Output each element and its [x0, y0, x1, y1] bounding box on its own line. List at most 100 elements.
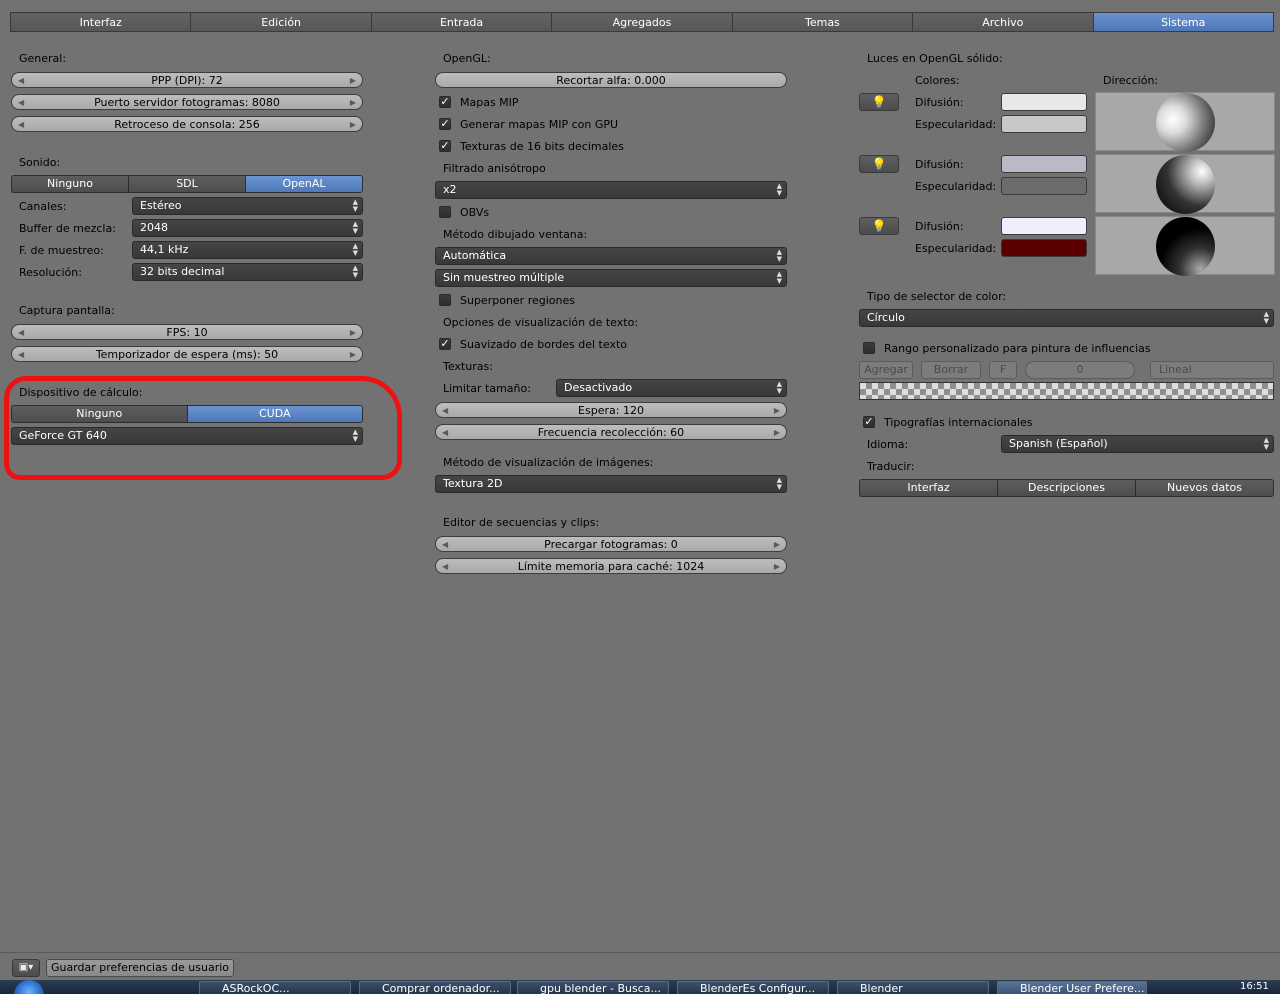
- international-fonts-checkbox[interactable]: ✓: [863, 416, 875, 428]
- window-draw-dropdown[interactable]: Automática ▲ ▼: [435, 247, 787, 265]
- mipmaps-label: Mapas MIP: [460, 96, 519, 109]
- color-picker-type-dropdown[interactable]: Círculo ▲ ▼: [859, 309, 1274, 327]
- screencast-section-title: Captura pantalla:: [19, 304, 115, 317]
- time-out-field[interactable]: ◀ Espera: 120 ▶: [435, 402, 787, 418]
- sound-option-openal[interactable]: OpenAL: [245, 175, 363, 193]
- taskbar-item[interactable]: gpu blender - Busca...: [517, 981, 669, 994]
- up-down-arrows-icon: ▲ ▼: [776, 380, 782, 395]
- increment-arrow-icon[interactable]: ▶: [350, 347, 356, 362]
- tab-edicion[interactable]: Edición: [190, 12, 371, 32]
- language-dropdown[interactable]: Spanish (Español) ▲ ▼: [1001, 435, 1274, 453]
- light-2-direction-widget[interactable]: [1095, 154, 1275, 214]
- vbos-checkbox[interactable]: [439, 206, 451, 218]
- tab-archivo[interactable]: Archivo: [912, 12, 1093, 32]
- light-3-direction-widget[interactable]: [1095, 216, 1275, 276]
- translate-tooltips-toggle[interactable]: Descripciones: [997, 479, 1135, 497]
- light-2-specular-swatch[interactable]: [1001, 177, 1087, 195]
- dpi-field[interactable]: ◀ PPP (DPI): 72 ▶: [11, 72, 363, 88]
- clip-alpha-field[interactable]: Recortar alfa: 0.000: [435, 72, 787, 88]
- prefetch-frames-field[interactable]: ◀ Precargar fotogramas: 0 ▶: [435, 536, 787, 552]
- sound-option-none[interactable]: Ninguno: [11, 175, 128, 193]
- float-textures-label: Texturas de 16 bits decimales: [460, 140, 624, 153]
- weight-range-delete-button[interactable]: Borrar: [921, 361, 981, 379]
- tab-sistema[interactable]: Sistema: [1092, 12, 1274, 32]
- light-1-diffuse-swatch[interactable]: [1001, 93, 1087, 111]
- console-scrollback-field[interactable]: ◀ Retroceso de consola: 256 ▶: [11, 116, 363, 132]
- increment-arrow-icon[interactable]: ▶: [774, 403, 780, 418]
- save-user-preferences-button[interactable]: Guardar preferencias de usuario: [46, 959, 234, 977]
- decrement-arrow-icon[interactable]: ◀: [442, 559, 448, 574]
- increment-arrow-icon[interactable]: ▶: [350, 117, 356, 132]
- decrement-arrow-icon[interactable]: ◀: [18, 73, 24, 88]
- decrement-arrow-icon[interactable]: ◀: [18, 117, 24, 132]
- tab-temas[interactable]: Temas: [731, 12, 913, 32]
- weight-range-interp-value: Lineal: [1159, 363, 1192, 376]
- dpi-value: PPP (DPI): 72: [151, 74, 223, 87]
- fps-field[interactable]: ◀ FPS: 10 ▶: [11, 324, 363, 340]
- sample-rate-dropdown[interactable]: 44,1 kHz ▲ ▼: [132, 241, 363, 259]
- weight-color-ramp[interactable]: [859, 382, 1274, 400]
- taskbar-item[interactable]: BlenderEs Configur...: [677, 981, 829, 994]
- weight-range-position-field[interactable]: 0: [1025, 361, 1135, 379]
- gpu-mipmaps-checkbox[interactable]: ✓: [439, 118, 451, 130]
- mipmaps-checkbox[interactable]: ✓: [439, 96, 451, 108]
- multisample-dropdown[interactable]: Sin muestreo múltiple ▲ ▼: [435, 269, 787, 287]
- light-3-toggle[interactable]: 💡: [859, 217, 899, 235]
- tab-interfaz[interactable]: Interfaz: [10, 12, 191, 32]
- light-2-diffuse-swatch[interactable]: [1001, 155, 1087, 173]
- decrement-arrow-icon[interactable]: ◀: [18, 347, 24, 362]
- increment-arrow-icon[interactable]: ▶: [774, 537, 780, 552]
- editor-type-menu-button[interactable]: ▣▾: [12, 959, 40, 977]
- editor-type-icon: ▣▾: [18, 962, 34, 973]
- increment-arrow-icon[interactable]: ▶: [350, 325, 356, 340]
- weight-range-flip-button[interactable]: F: [989, 361, 1017, 379]
- decrement-arrow-icon[interactable]: ◀: [18, 95, 24, 110]
- decrement-arrow-icon[interactable]: ◀: [18, 325, 24, 340]
- resolution-dropdown[interactable]: 32 bits decimal ▲ ▼: [132, 263, 363, 281]
- collection-rate-field[interactable]: ◀ Frecuencia recolección: 60 ▶: [435, 424, 787, 440]
- frame-server-port-field[interactable]: ◀ Puerto servidor fotogramas: 8080 ▶: [11, 94, 363, 110]
- light-1-specular-swatch[interactable]: [1001, 115, 1087, 133]
- decrement-arrow-icon[interactable]: ◀: [442, 537, 448, 552]
- limit-size-dropdown[interactable]: Desactivado ▲ ▼: [556, 379, 787, 397]
- sound-section-title: Sonido:: [19, 156, 61, 169]
- light-3-diffuse-swatch[interactable]: [1001, 217, 1087, 235]
- tab-agregados[interactable]: Agregados: [551, 12, 732, 32]
- weight-range-add-button[interactable]: Agregar: [859, 361, 913, 379]
- memory-cache-limit-field[interactable]: ◀ Límite memoria para caché: 1024 ▶: [435, 558, 787, 574]
- translate-new-data-toggle[interactable]: Nuevos datos: [1135, 479, 1274, 497]
- light-1-direction-widget[interactable]: [1095, 92, 1275, 152]
- taskbar-item[interactable]: Comprar ordenador...: [359, 981, 511, 994]
- image-draw-dropdown[interactable]: Textura 2D ▲ ▼: [435, 475, 787, 493]
- weight-range-checkbox[interactable]: [863, 342, 875, 354]
- weight-range-interp-dropdown[interactable]: Lineal: [1150, 361, 1274, 379]
- channels-dropdown[interactable]: Estéreo ▲ ▼: [132, 197, 363, 215]
- light-2-toggle[interactable]: 💡: [859, 155, 899, 173]
- increment-arrow-icon[interactable]: ▶: [774, 559, 780, 574]
- anisotropic-dropdown[interactable]: x2 ▲ ▼: [435, 181, 787, 199]
- mix-buffer-dropdown[interactable]: 2048 ▲ ▼: [132, 219, 363, 237]
- translate-interface-toggle[interactable]: Interfaz: [859, 479, 997, 497]
- mix-buffer-label: Buffer de mezcla:: [19, 222, 116, 235]
- increment-arrow-icon[interactable]: ▶: [350, 95, 356, 110]
- float-textures-checkbox[interactable]: ✓: [439, 140, 451, 152]
- up-down-arrows-icon: ▲ ▼: [776, 476, 782, 491]
- taskbar-item[interactable]: ASRockOC...: [199, 981, 351, 994]
- light-3-specular-swatch[interactable]: [1001, 239, 1087, 257]
- resolution-label: Resolución:: [19, 266, 82, 279]
- anisotropic-value: x2: [443, 183, 457, 196]
- language-label: Idioma:: [867, 438, 909, 451]
- decrement-arrow-icon[interactable]: ◀: [442, 403, 448, 418]
- text-antialiasing-checkbox[interactable]: ✓: [439, 338, 451, 350]
- increment-arrow-icon[interactable]: ▶: [350, 73, 356, 88]
- sound-option-sdl[interactable]: SDL: [128, 175, 245, 193]
- taskbar-item-active[interactable]: Blender User Prefere...: [997, 981, 1147, 994]
- tab-entrada[interactable]: Entrada: [370, 12, 552, 32]
- taskbar-item[interactable]: Blender: [837, 981, 989, 994]
- decrement-arrow-icon[interactable]: ◀: [442, 425, 448, 440]
- light-1-toggle[interactable]: 💡: [859, 93, 899, 111]
- region-overlap-checkbox[interactable]: [439, 294, 451, 306]
- start-orb-icon[interactable]: [14, 980, 44, 994]
- wait-timer-field[interactable]: ◀ Temporizador de espera (ms): 50 ▶: [11, 346, 363, 362]
- increment-arrow-icon[interactable]: ▶: [774, 425, 780, 440]
